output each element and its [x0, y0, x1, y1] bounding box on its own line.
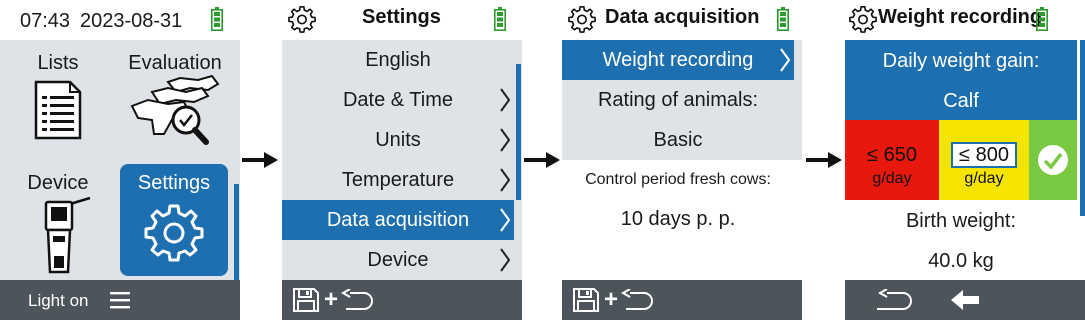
- settings-list: English Date & Time Units Temperature Da…: [282, 40, 522, 280]
- threshold-yellow-value[interactable]: ≤ 800: [951, 142, 1017, 168]
- tile-evaluation-label: Evaluation: [128, 52, 222, 74]
- gear-icon: [144, 204, 204, 262]
- arrow-left-icon[interactable]: [951, 290, 981, 310]
- menu-item-label: Device: [367, 249, 429, 271]
- weight-recording-header: Weight recording: [845, 0, 1085, 40]
- plus-sign: +: [324, 286, 339, 313]
- daily-gain-label: Daily weight gain:: [882, 50, 1040, 72]
- flow-arrow-icon: [242, 152, 278, 168]
- menu-item-weight-recording[interactable]: Weight recording: [562, 40, 794, 80]
- back-return-icon[interactable]: [875, 289, 915, 311]
- menu-item-label: Temperature: [341, 169, 455, 191]
- footer-bar: +: [282, 280, 522, 320]
- weight-recording-panel: Daily weight gain: Calf ≤ 650 g/day ≤ 80…: [845, 40, 1085, 280]
- data-acquisition-header: Data acquisition: [562, 0, 802, 40]
- list-document-icon: [34, 80, 82, 140]
- menu-item-label: Weight recording: [602, 49, 754, 71]
- tile-settings-label: Settings: [137, 172, 211, 194]
- rating-value-text: Basic: [653, 129, 703, 151]
- save-icon[interactable]: [292, 287, 320, 313]
- menu-item-units[interactable]: Units: [282, 120, 514, 160]
- cows-magnifier-icon: [130, 74, 220, 145]
- menu-item-device[interactable]: Device: [282, 240, 514, 280]
- tile-settings[interactable]: Settings: [120, 164, 228, 276]
- chevron-right-icon: [780, 48, 791, 72]
- back-return-icon[interactable]: [620, 289, 654, 311]
- status-bar: 07:43 2023-08-31: [0, 0, 240, 40]
- gain-category: Calf: [943, 90, 979, 112]
- scrollbar[interactable]: [1080, 40, 1085, 216]
- chevron-right-icon: [500, 208, 511, 232]
- clock-time: 07:43: [20, 10, 71, 32]
- light-on-button[interactable]: Light on: [28, 291, 89, 311]
- checkmark-icon: [1038, 145, 1068, 175]
- gear-icon: [288, 6, 316, 33]
- hamburger-menu-icon[interactable]: [110, 291, 130, 309]
- threshold-red-unit: g/day: [872, 170, 912, 187]
- birth-weight-value[interactable]: 40.0 kg: [845, 250, 1077, 273]
- data-acquisition-screen: Data acquisition Weight recording Rating…: [562, 0, 802, 320]
- flow-arrow-icon: [806, 152, 842, 168]
- back-return-icon[interactable]: [340, 289, 374, 311]
- footer-bar: +: [562, 280, 802, 320]
- tile-lists-label: Lists: [37, 52, 79, 74]
- threshold-green[interactable]: [1029, 120, 1077, 200]
- battery-icon: [1036, 7, 1048, 31]
- weight-recording-screen: Weight recording Daily weight gain: Calf…: [845, 0, 1085, 320]
- tile-lists[interactable]: Lists: [0, 40, 116, 160]
- menu-item-label: Units: [375, 129, 421, 151]
- tile-grid: Lists Evaluation Device Settings: [0, 40, 240, 280]
- data-acquisition-list: Weight recording Rating of animals: Basi…: [562, 40, 802, 280]
- threshold-yellow-unit: g/day: [964, 170, 1004, 187]
- menu-item-temperature[interactable]: Temperature: [282, 160, 514, 200]
- menu-item-label: Data acquisition: [326, 209, 470, 231]
- main-menu-screen: 07:43 2023-08-31 Lists Evaluation Device…: [0, 0, 240, 320]
- tile-device[interactable]: Device: [0, 160, 116, 280]
- threshold-red-value: ≤ 650: [867, 144, 917, 166]
- chevron-right-icon: [500, 248, 511, 272]
- settings-screen: Settings English Date & Time Units Tempe…: [282, 0, 522, 320]
- birth-weight-label: Birth weight:: [905, 210, 1017, 232]
- rating-of-animals-label: Rating of animals:: [562, 80, 794, 120]
- gear-icon: [849, 6, 877, 33]
- tile-device-label: Device: [27, 172, 89, 194]
- footer-bar: [845, 280, 1085, 320]
- daily-gain-header: Daily weight gain: Calf: [845, 40, 1077, 120]
- page-title: Data acquisition: [605, 6, 760, 28]
- handheld-device-icon: [44, 196, 91, 274]
- clock-date: 2023-08-31: [80, 10, 183, 32]
- gear-icon: [568, 6, 596, 33]
- control-period-value[interactable]: 10 days p. p.: [562, 208, 794, 231]
- plus-sign: +: [604, 286, 619, 313]
- tile-evaluation[interactable]: Evaluation: [118, 40, 232, 160]
- control-period-label: Control period fresh cows:: [585, 171, 771, 188]
- menu-item-data-acquisition[interactable]: Data acquisition: [282, 200, 514, 240]
- chevron-right-icon: [500, 128, 511, 152]
- battery-icon: [211, 7, 223, 31]
- chevron-right-icon: [500, 88, 511, 112]
- footer-bar: Light on: [0, 280, 240, 320]
- threshold-red[interactable]: ≤ 650 g/day: [845, 120, 939, 200]
- flow-arrow-icon: [524, 152, 560, 168]
- rating-of-animals-value[interactable]: Basic: [562, 120, 794, 160]
- menu-item-label: Date & Time: [342, 89, 454, 111]
- menu-item-label: English: [365, 49, 431, 71]
- chevron-right-icon: [500, 168, 511, 192]
- menu-item-date-time[interactable]: Date & Time: [282, 80, 514, 120]
- battery-icon: [494, 7, 506, 31]
- scrollbar[interactable]: [234, 184, 239, 280]
- menu-item-english[interactable]: English: [282, 40, 514, 80]
- settings-header: Settings: [282, 0, 522, 40]
- battery-icon: [777, 7, 789, 31]
- scrollbar[interactable]: [516, 64, 521, 200]
- save-icon[interactable]: [572, 287, 600, 313]
- page-title: Weight recording: [878, 6, 1043, 28]
- page-title: Settings: [362, 6, 441, 28]
- rating-label-text: Rating of animals:: [597, 89, 759, 111]
- threshold-yellow[interactable]: ≤ 800 g/day: [939, 120, 1029, 200]
